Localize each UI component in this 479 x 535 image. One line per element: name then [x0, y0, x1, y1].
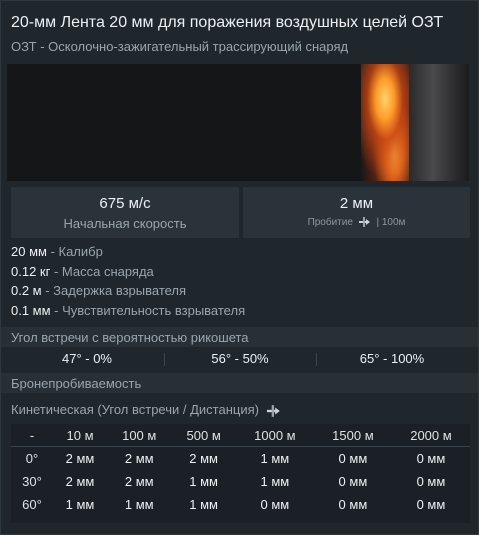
property-caliber: 20 мм - Калибр — [11, 244, 103, 259]
penetration-label: Пробитие — [307, 217, 353, 228]
table-cell: 1 мм — [260, 451, 290, 466]
velocity-value: 675 м/с — [99, 195, 151, 212]
ricochet-section-header: Угол встречи с вероятностью рикошета — [1, 327, 478, 347]
table-cell: 0 мм — [338, 497, 368, 512]
velocity-label: Начальная скорость — [63, 216, 187, 231]
table-cell: 2 мм — [124, 474, 154, 489]
table-cell: 2 мм — [124, 451, 154, 466]
table-cell: 0 мм — [416, 451, 446, 466]
table-header-cell: - — [11, 424, 53, 447]
ammo-title: 20-мм Лента 20 мм для поражения воздушны… — [11, 14, 444, 31]
table-row: 60° 1 мм 1 мм 1 мм 0 мм 0 мм 0 мм — [11, 493, 470, 516]
velocity-stat: 675 м/с Начальная скорость — [11, 187, 239, 238]
table-cell: 0 мм — [416, 474, 446, 489]
table-cell: 2 мм — [189, 451, 218, 466]
ricochet-value-2: 65° - 100% — [359, 351, 425, 366]
table-row: 0° 2 мм 2 мм 2 мм 1 мм 0 мм 0 мм — [11, 447, 470, 471]
table-header-cell: 1500 м — [313, 424, 392, 447]
penetration-value: 2 мм — [339, 195, 374, 212]
table-cell: 0 мм — [416, 497, 446, 512]
table-row: 30° 2 мм 2 мм 1 мм 1 мм 0 мм 0 мм — [11, 470, 470, 493]
table-cell: 0 мм — [338, 474, 368, 489]
penetration-icon — [266, 404, 280, 417]
table-cell: 2 мм — [65, 451, 95, 466]
table-header-cell: 500 м — [171, 424, 236, 447]
kinetic-title: Кинетическая (Угол встречи / Дистанция) — [11, 402, 281, 417]
table-cell: 1 мм — [189, 497, 218, 512]
ricochet-value-0: 47° - 0% — [61, 351, 112, 366]
table-cell: 1 мм — [189, 474, 218, 489]
row-angle: 30° — [22, 474, 42, 489]
penetration-stat: 2 мм Пробитие | 100м — [243, 187, 470, 238]
shell-preview-image — [7, 64, 469, 181]
armor-section-header: Бронепробиваемость — [1, 373, 478, 393]
table-cell: 2 мм — [65, 474, 95, 489]
properties-list: 20 мм - Калибр 0.12 кг - Масса снаряда 0… — [11, 244, 245, 322]
kinetic-title-text: Кинетическая (Угол встречи / Дистанция) — [11, 402, 259, 417]
table-cell: 0 мм — [338, 451, 368, 466]
table-header-cell: 1000 м — [235, 424, 314, 447]
table-header-cell: 10 м — [53, 424, 108, 447]
table-cell: 0 мм — [260, 497, 290, 512]
table-header-cell: 2000 м — [391, 424, 470, 447]
table-cell: 1 мм — [65, 497, 95, 512]
property-fuse-delay: 0.2 м - Задержка взрывателя — [11, 283, 187, 298]
ricochet-title: Угол встречи с вероятностью рикошета — [11, 330, 249, 345]
ricochet-value-1: 56° - 50% — [211, 351, 269, 366]
penetration-icon — [358, 217, 370, 228]
armor-title: Бронепробиваемость — [11, 376, 142, 391]
property-fuse-sensitivity: 0.1 мм - Чувствительность взрывателя — [11, 302, 246, 318]
shell-image — [409, 64, 469, 181]
property-mass: 0.12 кг - Масса снаряда — [11, 263, 154, 279]
row-angle: 0° — [25, 451, 39, 466]
table-cell: 1 мм — [124, 497, 154, 512]
penetration-distance: | 100м — [376, 217, 406, 228]
table-header-row: - 10 м 100 м 500 м 1000 м 1500 м 2000 м — [11, 424, 470, 447]
table-header-cell: 100 м — [107, 424, 172, 447]
ammo-tooltip: 20-мм Лента 20 мм для поражения воздушны… — [0, 0, 479, 535]
ricochet-values: 47° - 0% 56° - 50% 65° - 100% — [11, 348, 468, 370]
ammo-subtitle: ОЗТ - Осколочно-зажигательный трассирующ… — [11, 39, 349, 54]
table-cell: 1 мм — [260, 474, 290, 489]
penetration-sub: Пробитие | 100м — [243, 217, 470, 228]
row-angle: 60° — [22, 497, 42, 512]
penetration-table: - 10 м 100 м 500 м 1000 м 1500 м 2000 м … — [11, 424, 470, 523]
